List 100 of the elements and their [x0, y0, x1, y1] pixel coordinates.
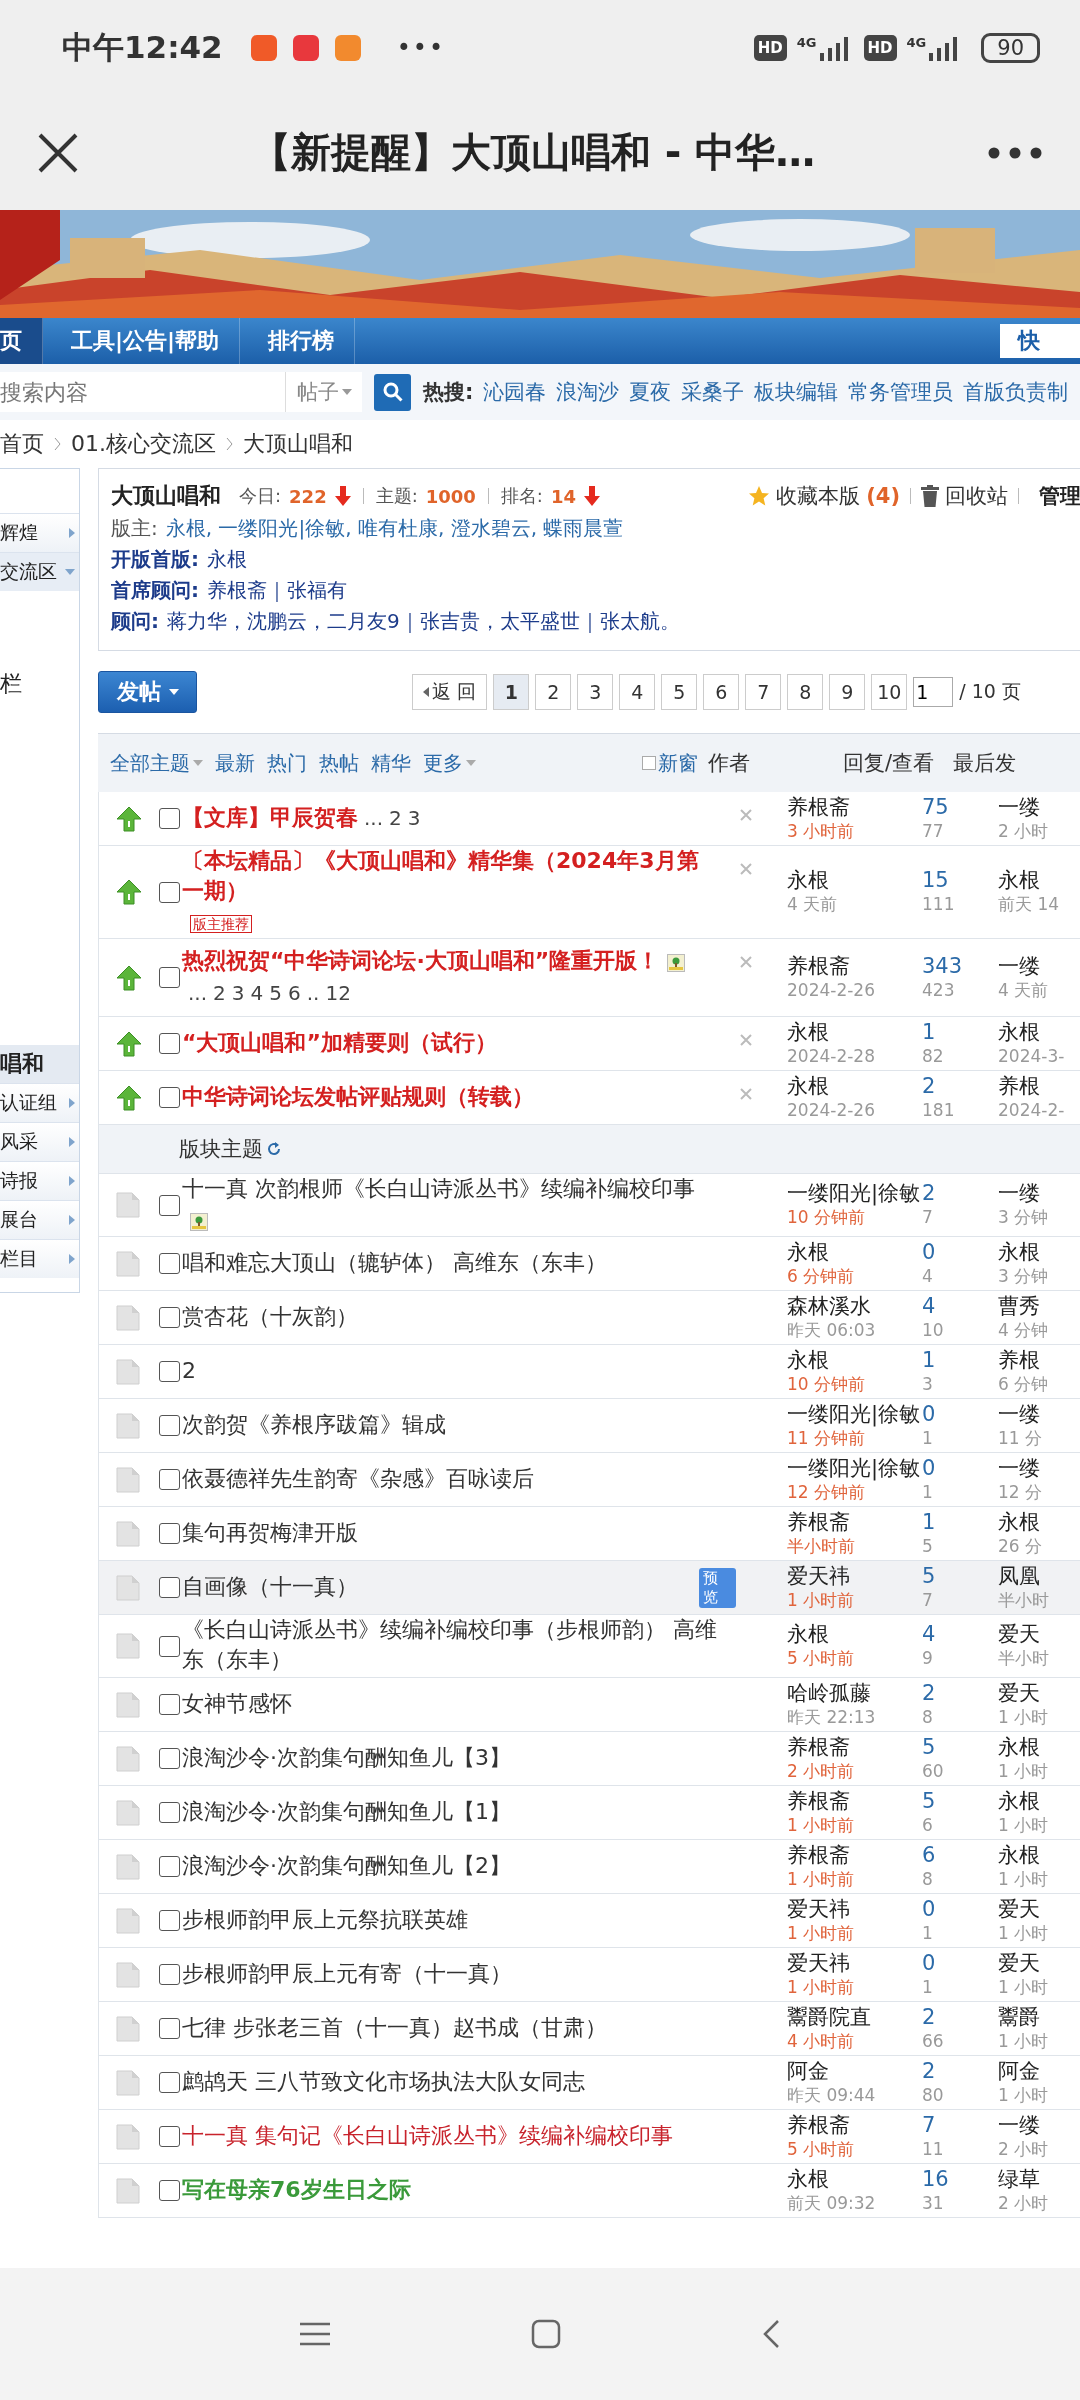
checkbox[interactable]: [159, 2180, 180, 2201]
sidebar-group[interactable]: 诗报: [0, 1161, 79, 1200]
last-poster[interactable]: 养根: [998, 1347, 1080, 1372]
thread-row[interactable]: 唱和难忘大顶山（辘轳体） 高维东（东丰） 永根 6 分钟前 0 4 永根 3 分钟: [98, 1237, 1080, 1291]
last-poster[interactable]: 一缕: [998, 1401, 1080, 1426]
last-poster[interactable]: 曹秀: [998, 1293, 1080, 1318]
thread-row[interactable]: 十一真 集句记《长白山诗派丛书》续编补编校印事 养根斋 5 小时前 7 11 一缕 2 小时: [98, 2110, 1080, 2164]
checkbox[interactable]: [159, 2018, 180, 2039]
author-name[interactable]: 养根斋: [787, 1509, 922, 1534]
last-poster[interactable]: 一缕: [998, 1455, 1080, 1480]
page-button[interactable]: 6: [703, 674, 740, 710]
page-link[interactable]: ...: [364, 805, 384, 830]
hot-search-link[interactable]: 常务管理员: [848, 378, 954, 406]
manage-link[interactable]: 管理: [1039, 482, 1080, 510]
thread-title[interactable]: 热烈祝贺“中华诗词论坛·大顶山唱和”隆重开版！: [182, 945, 660, 976]
reply-count[interactable]: 2: [922, 1181, 998, 1205]
last-poster[interactable]: 一缕: [998, 794, 1080, 819]
filter-tab[interactable]: 最新: [215, 749, 255, 777]
checkbox[interactable]: [159, 1748, 180, 1769]
breadcrumb-link[interactable]: 01.核心交流区: [71, 429, 216, 459]
thread-row[interactable]: 依聂德祥先生韵寄《杂感》百咏读后 一缕阳光|徐敏 12 分钟前 0 1 一缕 12 分: [98, 1453, 1080, 1507]
author-name[interactable]: 养根斋: [787, 1734, 922, 1759]
page-button[interactable]: 5: [661, 674, 698, 710]
reply-count[interactable]: 0: [922, 1455, 998, 1480]
last-poster[interactable]: 永根: [998, 1842, 1080, 1867]
checkbox[interactable]: [159, 2072, 180, 2093]
hot-search-link[interactable]: 板块编辑: [754, 378, 839, 406]
author-name[interactable]: 永根: [787, 1019, 922, 1044]
thread-title[interactable]: 女神节感怀: [182, 1688, 292, 1719]
last-poster[interactable]: 永根: [998, 1788, 1080, 1813]
reply-count[interactable]: 1: [922, 1509, 998, 1534]
author-name[interactable]: 一缕阳光|徐敏: [787, 1401, 922, 1426]
author-name[interactable]: 鬻爵院直: [787, 2004, 922, 2029]
thread-row[interactable]: 集句再贺梅津开版 养根斋 半小时前 1 5 永根 26 分: [98, 1507, 1080, 1561]
thread-title[interactable]: 写在母亲76岁生日之际: [182, 2174, 411, 2205]
thread-row[interactable]: 女神节感怀 哈岭孤藤 昨天 22:13 2 8 爱天 1 小时: [98, 1678, 1080, 1732]
reply-count[interactable]: 4: [922, 1622, 998, 1646]
founder-name[interactable]: 永根: [207, 546, 247, 573]
checkbox[interactable]: [159, 1523, 180, 1544]
thread-title[interactable]: 浪淘沙令·次韵集句酬知鱼儿【2】: [182, 1850, 511, 1881]
checkbox[interactable]: [159, 1856, 180, 1877]
last-poster[interactable]: 阿金: [998, 2058, 1080, 2083]
hot-search-link[interactable]: 首版负责制: [963, 378, 1069, 406]
checkbox[interactable]: [159, 967, 180, 988]
thread-row[interactable]: 浪淘沙令·次韵集句酬知鱼儿【2】 养根斋 1 小时前 6 8 永根 1 小时: [98, 1840, 1080, 1894]
hot-search-link[interactable]: 夏夜: [629, 378, 672, 406]
sidebar-item[interactable]: 唱和: [0, 1045, 79, 1083]
thread-row[interactable]: 中华诗词论坛发帖评贴规则（转载） 永根 2024-2-26 2 181 养根 2024-2-: [98, 1071, 1080, 1125]
page-button[interactable]: 8: [787, 674, 824, 710]
thread-row[interactable]: 十一真 次韵根师《长白山诗派丛书》续编补编校印事 一缕阳光|徐敏 10 分钟前 2 7 一缕 3 分钟: [98, 1174, 1080, 1237]
sidebar-group[interactable]: 辉煌: [0, 513, 79, 552]
thread-row[interactable]: 热烈祝贺“中华诗词论坛·大顶山唱和”隆重开版！ ... 2 3 4 5 6 .. 12 养根斋 2024-2-26 343 423 一缕 4 天前: [98, 939, 1080, 1017]
thread-title[interactable]: 赏杏花（十灰韵）: [182, 1301, 358, 1332]
thread-title[interactable]: 七律 步张老三首（十一真）赵书成（甘肃）: [182, 2012, 607, 2043]
thread-row[interactable]: 七律 步张老三首（十一真）赵书成（甘肃） 鬻爵院直 4 小时前 2 66 鬻爵 1 小时: [98, 2002, 1080, 2056]
thread-title[interactable]: 〔本坛精品〕《大顶山唱和》精华集（2024年3月第一期）: [182, 846, 717, 906]
thread-title[interactable]: 【文库】甲辰贺春: [182, 802, 358, 833]
checkbox[interactable]: [159, 1910, 180, 1931]
author-name[interactable]: 养根斋: [787, 1788, 922, 1813]
checkbox[interactable]: [159, 1802, 180, 1823]
hot-search-link[interactable]: 浪淘沙: [556, 378, 620, 406]
page-link[interactable]: 6: [288, 980, 301, 1005]
back-button[interactable]: 返 回: [412, 674, 488, 710]
thread-title[interactable]: 唱和难忘大顶山（辘轳体） 高维东（东丰）: [182, 1247, 607, 1278]
filter-tab[interactable]: 精华: [371, 749, 411, 777]
page-link[interactable]: 3: [231, 980, 245, 1005]
sidebar-item[interactable]: 栏: [0, 665, 79, 703]
author-name[interactable]: 阿金: [787, 2058, 922, 2083]
last-poster[interactable]: 鬻爵: [998, 2004, 1080, 2029]
page-link[interactable]: ...: [188, 980, 208, 1005]
moderators-list[interactable]: 永根, 一缕阳光|徐敏, 唯有杜康, 澄水碧云, 蝶雨晨萱: [165, 515, 624, 542]
page-button[interactable]: 3: [577, 674, 614, 710]
checkbox[interactable]: [159, 1033, 180, 1054]
reply-count[interactable]: 2: [922, 2058, 998, 2083]
page-button[interactable]: 7: [745, 674, 782, 710]
thread-title[interactable]: 步根师韵甲辰上元有寄（十一真）: [182, 1958, 512, 1989]
thread-row[interactable]: 浪淘沙令·次韵集句酬知鱼儿【1】 养根斋 1 小时前 5 6 永根 1 小时: [98, 1786, 1080, 1840]
hot-search-link[interactable]: 沁园春: [483, 378, 547, 406]
last-poster[interactable]: 爱天: [998, 1622, 1080, 1646]
thread-title[interactable]: 《长白山诗派丛书》续编补编校印事（步根师韵） 高维东（东丰）: [182, 1615, 717, 1675]
thread-row[interactable]: 步根师韵甲辰上元祭抗联英雄 爱天祎 1 小时前 0 1 爱天 1 小时: [98, 1894, 1080, 1948]
sidebar-group[interactable]: 风采: [0, 1122, 79, 1161]
author-name[interactable]: 永根: [787, 1622, 922, 1646]
thread-row[interactable]: 《长白山诗派丛书》续编补编校印事（步根师韵） 高维东（东丰） 永根 5 小时前 4 9 爱天 半小时: [98, 1615, 1080, 1678]
checkbox[interactable]: [159, 1194, 180, 1216]
breadcrumb-link[interactable]: 首页: [0, 429, 44, 459]
sidebar-group[interactable]: 展台: [0, 1200, 79, 1239]
close-icon[interactable]: [38, 132, 78, 173]
thread-row[interactable]: 写在母亲76岁生日之际 永根 前天 09:32 16 31 绿草 2 小时: [98, 2164, 1080, 2218]
author-name[interactable]: 一缕阳光|徐敏: [787, 1455, 922, 1480]
checkbox[interactable]: [159, 1361, 180, 1382]
sidebar-group[interactable]: 栏目: [0, 1239, 79, 1278]
page-number-field[interactable]: 1: [913, 677, 954, 707]
author-name[interactable]: 永根: [787, 1073, 922, 1098]
last-poster[interactable]: 一缕: [998, 2112, 1080, 2137]
author-name[interactable]: 森林溪水: [787, 1293, 922, 1318]
page-link[interactable]: 4: [250, 980, 264, 1005]
reply-count[interactable]: 0: [922, 1896, 998, 1921]
thread-row[interactable]: 步根师韵甲辰上元有寄（十一真） 爱天祎 1 小时前 0 1 爱天 1 小时: [98, 1948, 1080, 2002]
more-icon[interactable]: [988, 146, 1042, 159]
